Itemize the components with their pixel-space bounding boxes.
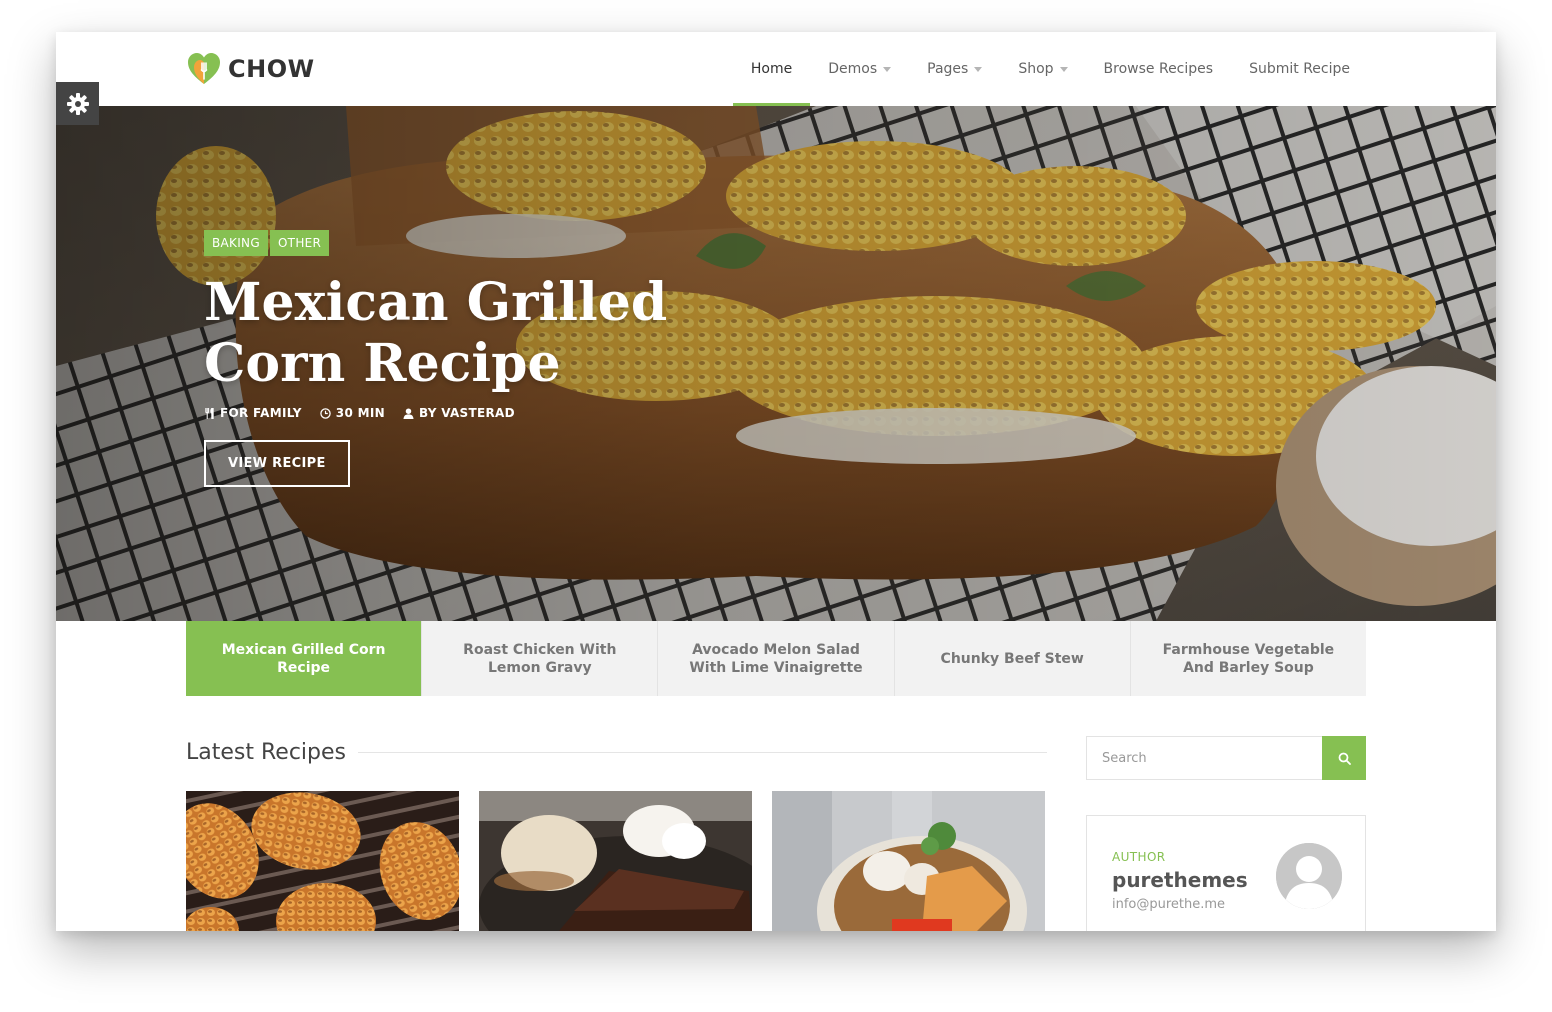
search-button[interactable] [1322, 736, 1366, 780]
chevron-down-icon [974, 66, 983, 72]
meta-time-text: 30 MIN [335, 406, 385, 420]
nav-home-label: Home [750, 61, 793, 77]
author-widget: AUTHOR purethemes info@purethe.me [1086, 815, 1366, 931]
slider-tab-farmhouse-soup[interactable]: Farmhouse Vegetable And Barley Soup [1130, 621, 1367, 696]
nav-pages-label: Pages [927, 61, 969, 77]
tag-baking[interactable]: BAKING [204, 230, 268, 256]
hero-content: BAKING OTHER Mexican Grilled Corn Recipe… [204, 230, 674, 487]
nav-home[interactable]: Home [732, 32, 811, 106]
site-header: CHOW Home Demos Pages Shop Browse Recipe… [56, 32, 1496, 106]
recipe-card-image-grilled-corn[interactable] [186, 791, 459, 931]
nav-submit-recipe[interactable]: Submit Recipe [1231, 32, 1368, 106]
meta-servings-text: FOR FAMILY [220, 406, 302, 420]
chevron-down-icon [883, 66, 892, 72]
nav-browse-recipes[interactable]: Browse Recipes [1086, 32, 1232, 106]
nav-pages[interactable]: Pages [909, 32, 1000, 106]
recipe-card-image-chocolate-cake[interactable] [479, 791, 752, 931]
latest-recipes-heading: Latest Recipes [186, 740, 1047, 765]
nav-demos[interactable]: Demos [810, 32, 909, 106]
search-icon [1338, 752, 1351, 765]
logo-text: CHOW [228, 55, 315, 83]
nav-demos-label: Demos [828, 61, 878, 77]
soup-bowl-photo [772, 791, 1045, 931]
hero-tags: BAKING OTHER [204, 230, 674, 256]
user-silhouette-icon [1276, 843, 1342, 909]
avatar[interactable] [1276, 843, 1342, 909]
hero-slider: BAKING OTHER Mexican Grilled Corn Recipe… [56, 106, 1496, 621]
search-widget [1086, 736, 1366, 780]
author-label: AUTHOR [1112, 850, 1166, 864]
tag-other[interactable]: OTHER [269, 230, 330, 256]
recipe-cards [186, 791, 1045, 931]
user-icon [403, 407, 414, 419]
nav-shop-label: Shop [1018, 61, 1054, 77]
section-title: Latest Recipes [186, 740, 346, 765]
author-email[interactable]: info@purethe.me [1112, 897, 1225, 912]
logo[interactable]: CHOW [186, 51, 315, 87]
gear-icon [66, 92, 89, 115]
meta-servings: FOR FAMILY [204, 406, 302, 420]
meta-author-text: BY VASTERAD [418, 406, 515, 420]
slider-tabs: Mexican Grilled Corn Recipe Roast Chicke… [186, 621, 1367, 696]
grilled-corn-photo [186, 791, 459, 931]
recipe-card-image-soup-bowl[interactable] [772, 791, 1045, 931]
logo-heart-icon [188, 53, 220, 84]
slider-tab-avocado-melon-salad[interactable]: Avocado Melon Salad With Lime Vinaigrett… [658, 621, 895, 696]
chevron-down-icon [1059, 66, 1068, 72]
main-nav: Home Demos Pages Shop Browse Recipes Sub… [732, 32, 1368, 106]
slider-tab-roast-chicken[interactable]: Roast Chicken With Lemon Gravy [422, 621, 659, 696]
author-name[interactable]: purethemes [1112, 868, 1248, 892]
meta-author: BY VASTERAD [403, 406, 515, 420]
clock-icon [320, 407, 331, 419]
search-input[interactable] [1086, 736, 1322, 780]
recipe-meta: FOR FAMILY 30 MIN BY VASTERAD [204, 406, 674, 420]
view-recipe-button[interactable]: VIEW RECIPE [204, 440, 350, 487]
browser-page: CHOW Home Demos Pages Shop Browse Recipe… [56, 32, 1496, 931]
divider [357, 752, 1047, 753]
hero-title: Mexican Grilled Corn Recipe [204, 272, 668, 394]
nav-shop[interactable]: Shop [1000, 32, 1085, 106]
nav-browse-recipes-label: Browse Recipes [1103, 61, 1214, 77]
slider-tab-mexican-grilled-corn[interactable]: Mexican Grilled Corn Recipe [186, 621, 423, 696]
chocolate-cake-photo [479, 791, 752, 931]
nav-submit-recipe-label: Submit Recipe [1249, 61, 1350, 77]
utensils-icon [205, 407, 214, 419]
settings-toggle[interactable] [56, 82, 99, 125]
slider-tab-chunky-beef-stew[interactable]: Chunky Beef Stew [894, 621, 1131, 696]
meta-time: 30 MIN [320, 406, 385, 420]
